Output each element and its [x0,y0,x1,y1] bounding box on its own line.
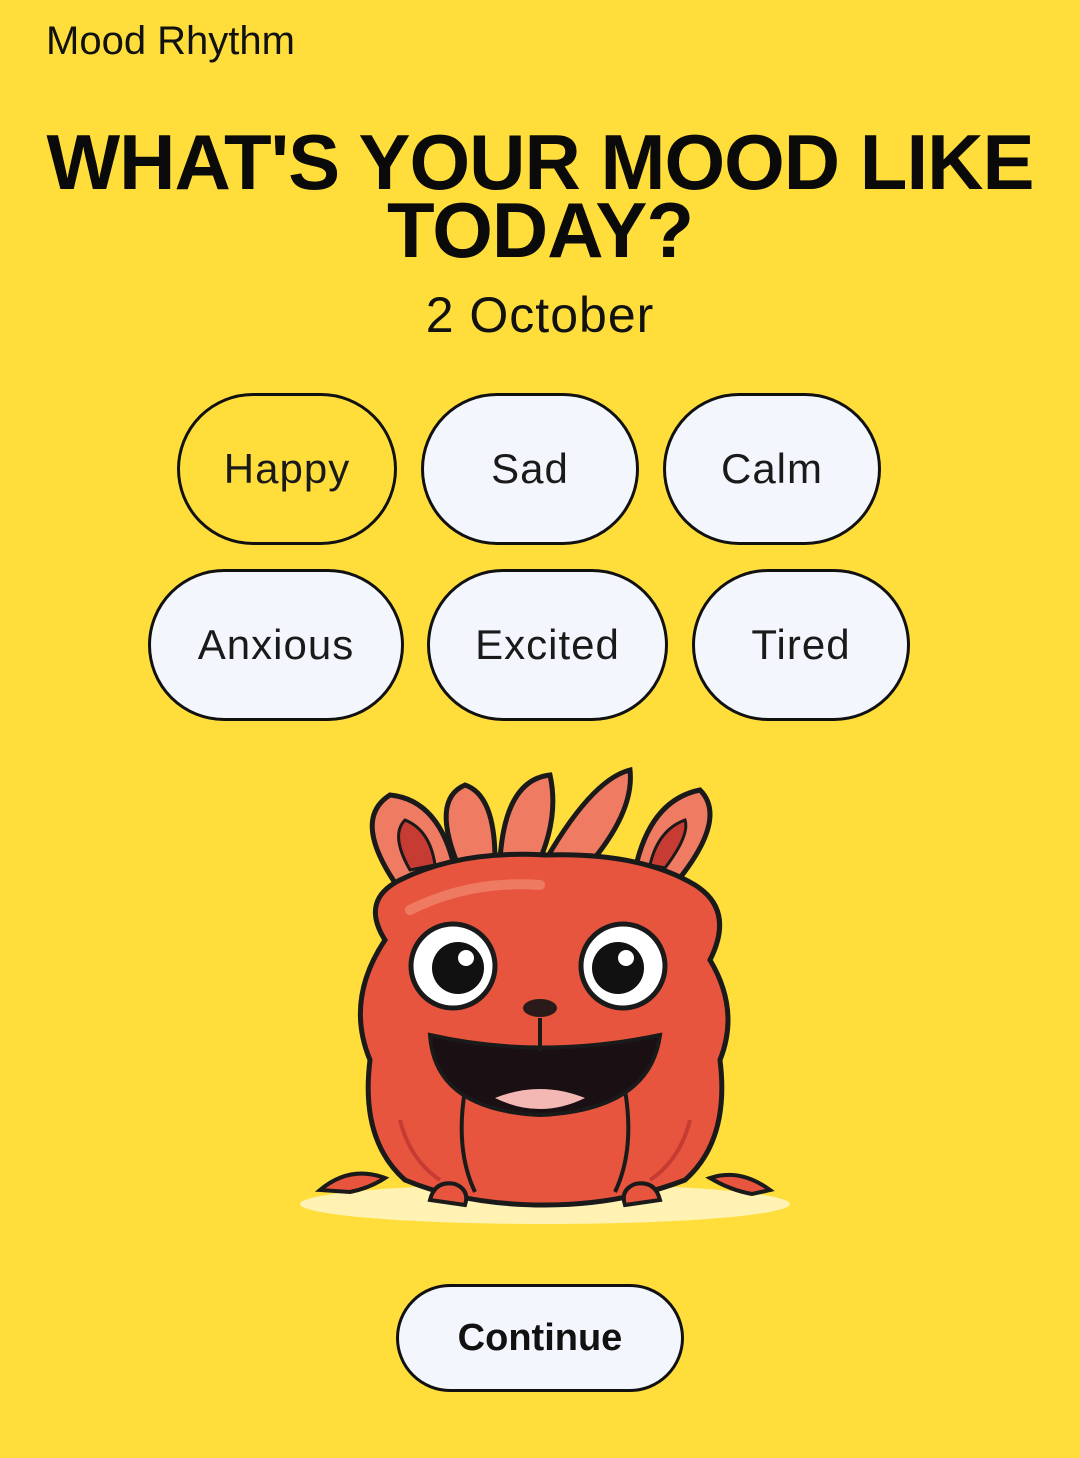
app-title: Mood Rhythm [46,19,295,63]
mood-chip-anxious[interactable]: Anxious [148,569,404,721]
mood-chip-calm[interactable]: Calm [663,393,881,545]
page-headline: WHAT'S YOUR MOOD LIKE TODAY? [0,123,1080,274]
mood-chip-label: Sad [491,445,569,492]
mood-chip-sad[interactable]: Sad [421,393,639,545]
continue-button-label: Continue [457,1316,623,1359]
mood-chip-label: Tired [751,621,851,668]
mood-chip-tired[interactable]: Tired [692,569,910,721]
monster-mascot-icon [300,766,790,1224]
mood-chip-excited[interactable]: Excited [427,569,668,721]
continue-button[interactable]: Continue [396,1284,684,1392]
date-label: 2 October [425,287,655,343]
headline-line-2: TODAY? [386,186,694,274]
mood-chip-happy[interactable]: Happy [177,393,397,545]
mascot-nose [523,999,557,1017]
mood-chip-label: Anxious [197,621,355,668]
mood-chip-label: Excited [475,621,620,668]
mood-chip-label: Calm [720,445,823,492]
mood-chip-label: Happy [223,445,351,492]
